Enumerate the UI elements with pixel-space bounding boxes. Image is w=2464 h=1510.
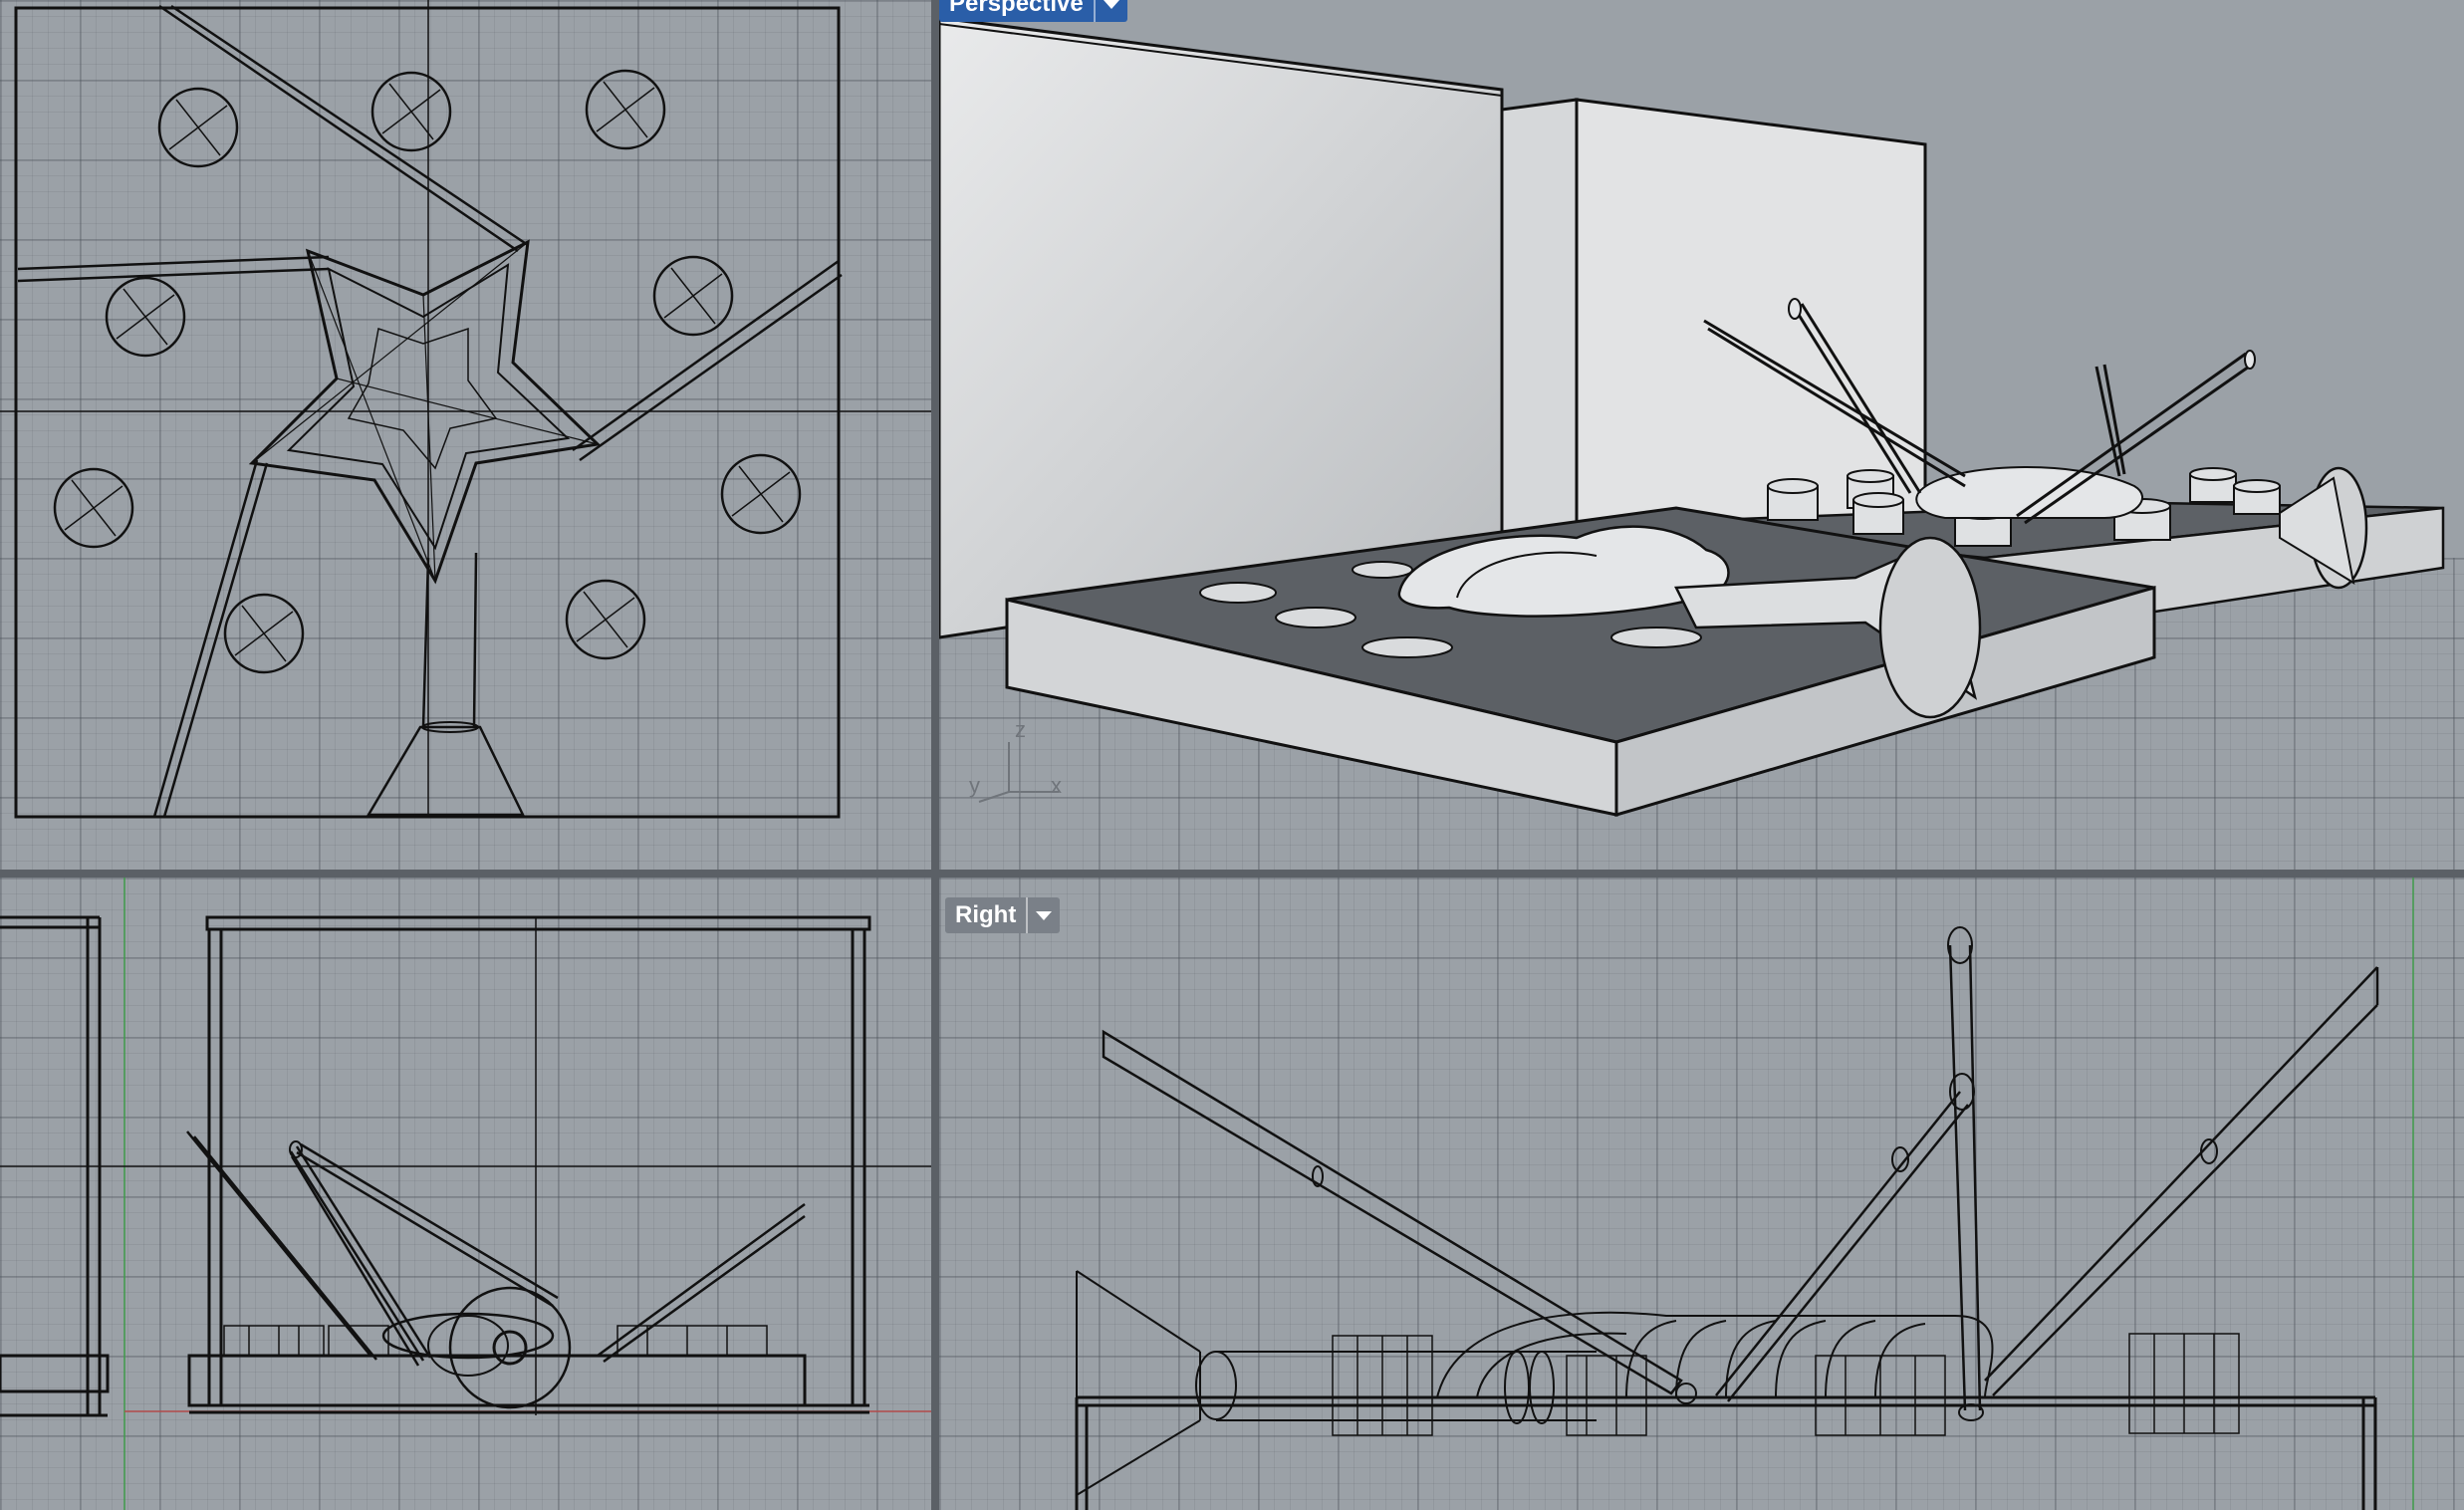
viewport-tab-label: Perspective: [949, 0, 1084, 17]
top-viewport[interactable]: [0, 0, 931, 870]
front-view-wireframe: [0, 878, 931, 1510]
front-viewport[interactable]: [0, 878, 931, 1510]
viewport-splitter-vertical[interactable]: [931, 0, 939, 1510]
viewport-tab-perspective[interactable]: Perspective: [939, 0, 1127, 22]
right-viewport[interactable]: Right: [939, 878, 2464, 1510]
viewport-tab-label: Right: [955, 901, 1017, 928]
axis-label-y: y: [969, 773, 980, 798]
axis-label-z: z: [1015, 717, 1026, 742]
perspective-viewport[interactable]: z y x Perspective: [939, 0, 2464, 870]
rhino-workspace: z y x Perspective Right: [0, 0, 2464, 1510]
right-view-wireframe: [1075, 878, 2414, 1510]
viewport-menu-chevron-icon[interactable]: [1026, 897, 1060, 933]
perspective-model: [939, 16, 2445, 818]
viewport-tab-right[interactable]: Right: [945, 897, 1061, 933]
viewport-menu-chevron-icon[interactable]: [1093, 0, 1127, 22]
axis-label-x: x: [1051, 773, 1062, 798]
top-view-wireframe: [0, 0, 931, 819]
viewport-splitter-horizontal[interactable]: [0, 870, 2464, 878]
